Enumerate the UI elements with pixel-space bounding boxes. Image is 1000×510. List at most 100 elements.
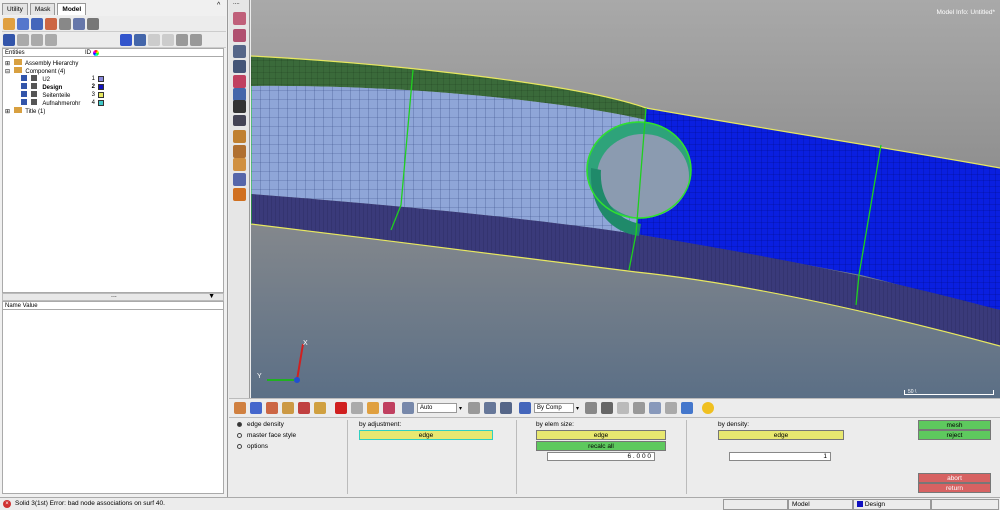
component-find-icon[interactable] [266, 402, 278, 414]
radio-options[interactable]: options [237, 443, 268, 450]
tree-item-design[interactable]: Design 2 [21, 83, 221, 91]
material-icon[interactable] [59, 18, 71, 30]
elem-size-input[interactable]: 6 . 0 0 0 [547, 452, 655, 461]
wireframe-icon[interactable] [484, 402, 497, 414]
tree-item-aufnahmerohr[interactable]: Aufnahmerohr 4 [21, 99, 221, 107]
by-density-edge-button[interactable]: edge [718, 430, 844, 440]
tetramesh-icon[interactable] [233, 188, 246, 201]
geometry-icon[interactable] [233, 12, 246, 25]
hierarchy-icon[interactable] [45, 18, 57, 30]
color-wheel-icon[interactable] [93, 50, 99, 56]
show-icon[interactable] [175, 34, 188, 46]
mesh-display-icon[interactable] [402, 402, 414, 414]
panel-splitter[interactable]: ... ▼ [2, 292, 224, 301]
component-color-swatch[interactable] [98, 92, 104, 98]
expand-icon[interactable] [3, 34, 15, 46]
clear-icon[interactable] [351, 402, 363, 414]
shrink-icon[interactable] [665, 402, 678, 414]
component-visibility-icon[interactable] [21, 83, 27, 89]
tab-model[interactable]: Model [57, 3, 87, 15]
point-display-icon[interactable] [633, 402, 646, 414]
tree-item-component[interactable]: ⊟ Component (4) [5, 67, 65, 75]
import-icon[interactable] [3, 18, 15, 30]
collapse-icon[interactable] [17, 34, 29, 46]
tree-item-title[interactable]: ⊞ Title (1) [5, 107, 45, 115]
line-display-icon[interactable] [617, 402, 630, 414]
radio-edge-density[interactable]: edge density [237, 421, 284, 428]
component-mesh-icon[interactable] [30, 99, 37, 105]
tab-mask[interactable]: Mask [29, 3, 56, 15]
status-cell-design[interactable]: Design [853, 499, 931, 510]
collapse-toggle-icon[interactable]: ⊟ [5, 69, 10, 75]
tree-item-assembly[interactable]: ⊞ Assembly Hierarchy [5, 59, 78, 67]
select-icon[interactable] [147, 34, 160, 46]
tree-item-u2[interactable]: U2 1 [21, 75, 221, 83]
display-icon[interactable] [119, 34, 132, 46]
connectors-icon[interactable] [233, 173, 246, 186]
component-show-icon[interactable] [314, 402, 326, 414]
auto-dropdown[interactable]: Auto [417, 403, 457, 413]
monitor-icon[interactable] [681, 402, 694, 414]
defeature-icon[interactable] [233, 75, 246, 88]
collapse-panel-icon[interactable]: ^ [217, 2, 220, 9]
property-icon[interactable] [73, 18, 85, 30]
surface-icon[interactable] [233, 29, 246, 42]
mesh-button[interactable]: mesh [918, 420, 991, 430]
reject-button[interactable]: reject [918, 430, 991, 440]
dropdown-arrow-icon[interactable]: ▾ [459, 405, 462, 412]
by-comp-dropdown[interactable]: By Comp [534, 403, 575, 413]
close-icon[interactable] [335, 402, 347, 414]
plot-icon[interactable] [367, 402, 379, 414]
component-icon[interactable] [17, 18, 29, 30]
view-icon[interactable] [500, 402, 513, 414]
surface-display-icon[interactable] [649, 402, 662, 414]
component-color-swatch[interactable] [98, 100, 104, 106]
radio-master-face-style[interactable]: master face style [237, 432, 296, 439]
batchmesh-icon[interactable] [233, 158, 246, 171]
tab-utility[interactable]: Utility [2, 3, 28, 15]
shaded-icon[interactable] [468, 402, 481, 414]
star-icon[interactable] [702, 402, 715, 414]
component-mesh-icon[interactable] [30, 91, 37, 97]
settings-icon[interactable] [87, 18, 99, 30]
solid-display-icon[interactable] [601, 402, 614, 414]
axis-triad-icon[interactable] [255, 330, 315, 390]
tree-item-seitenteile[interactable]: Seitenteile 3 [21, 91, 221, 99]
density-input[interactable]: 1 [729, 452, 831, 461]
component-color-swatch[interactable] [98, 84, 104, 90]
component-color-swatch[interactable] [98, 76, 104, 82]
graphics-viewport[interactable]: Model Info: Untitled* X Y 50 \ [251, 0, 1000, 398]
dropdown-arrow-icon[interactable]: ▾ [576, 405, 579, 412]
by-adjustment-edge-button[interactable]: edge [359, 430, 493, 440]
isolate-icon[interactable] [133, 34, 146, 46]
component-display-icon[interactable] [234, 402, 246, 414]
abort-button[interactable]: abort [918, 473, 991, 483]
shrink-wrap-icon[interactable] [233, 145, 246, 158]
assembly-icon[interactable] [31, 18, 43, 30]
hide-icon[interactable] [189, 34, 202, 46]
numbers-icon[interactable] [233, 115, 246, 126]
filter-icon[interactable] [31, 34, 43, 46]
component-visibility-icon[interactable] [21, 91, 27, 97]
by-elem-size-edge-button[interactable]: edge [536, 430, 666, 440]
edge-icon[interactable] [233, 100, 246, 113]
component-isolate-icon[interactable] [298, 402, 310, 414]
automesh-icon[interactable] [233, 130, 246, 143]
return-button[interactable]: return [918, 483, 991, 493]
component-visibility-icon[interactable] [21, 75, 27, 81]
component-mesh-icon[interactable] [30, 75, 37, 81]
tree-icon[interactable] [383, 402, 395, 414]
find-icon[interactable] [45, 34, 57, 46]
midsurface-icon[interactable] [233, 60, 246, 73]
recalc-all-button[interactable]: recalc all [536, 441, 666, 451]
component-mask-icon[interactable] [250, 402, 262, 414]
reveal-icon[interactable] [161, 34, 174, 46]
solid-icon[interactable] [233, 45, 246, 58]
component-mesh-icon[interactable] [30, 83, 37, 89]
component-review-icon[interactable] [282, 402, 294, 414]
component-visibility-icon[interactable] [21, 99, 27, 105]
expand-toggle-icon[interactable]: ⊞ [5, 109, 10, 115]
color-by-icon[interactable] [519, 402, 532, 414]
element-display-icon[interactable] [585, 402, 598, 414]
dropdown-arrow-icon[interactable]: ▼ [208, 293, 215, 300]
